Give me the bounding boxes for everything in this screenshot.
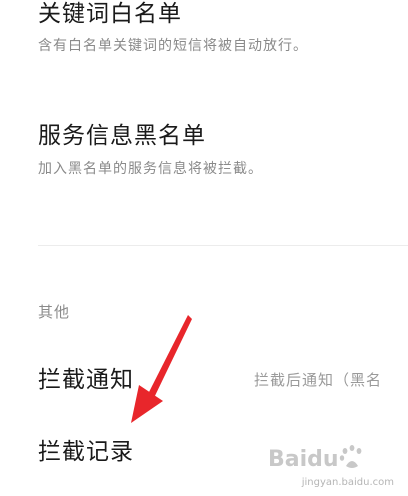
annotation-arrow — [131, 315, 192, 423]
keyword-whitelist-item[interactable]: 关键词白名单 含有白名单关键词的短信将被自动放行。 — [38, 0, 408, 60]
baidu-logo-icon: Baidu — [268, 445, 362, 472]
block-records-title: 拦截记录 — [38, 439, 134, 465]
keyword-whitelist-subtitle: 含有白名单关键词的短信将被自动放行。 — [38, 38, 308, 54]
other-section-header: 其他 — [38, 303, 71, 321]
paw-icon — [339, 445, 362, 468]
baidu-watermark: Baidu jingyan.baidu.com — [262, 442, 402, 492]
section-divider — [38, 245, 408, 246]
service-blacklist-item[interactable]: 服务信息黑名单 加入黑名单的服务信息将被拦截。 — [38, 118, 408, 182]
keyword-whitelist-title: 关键词白名单 — [38, 1, 182, 27]
block-notification-item[interactable]: 拦截通知 拦截后通知（黑名 — [38, 364, 408, 400]
watermark-caption: jingyan.baidu.com — [301, 477, 394, 488]
baidu-logo-text: Baidu — [268, 447, 339, 472]
service-blacklist-title: 服务信息黑名单 — [38, 123, 206, 149]
service-blacklist-subtitle: 加入黑名单的服务信息将被拦截。 — [38, 161, 263, 177]
block-notification-value: 拦截后通知（黑名 — [254, 371, 383, 389]
block-notification-title: 拦截通知 — [38, 367, 134, 393]
sms-block-settings-screen: 关键词白名单 含有白名单关键词的短信将被自动放行。 服务信息黑名单 加入黑名单的… — [0, 0, 408, 496]
